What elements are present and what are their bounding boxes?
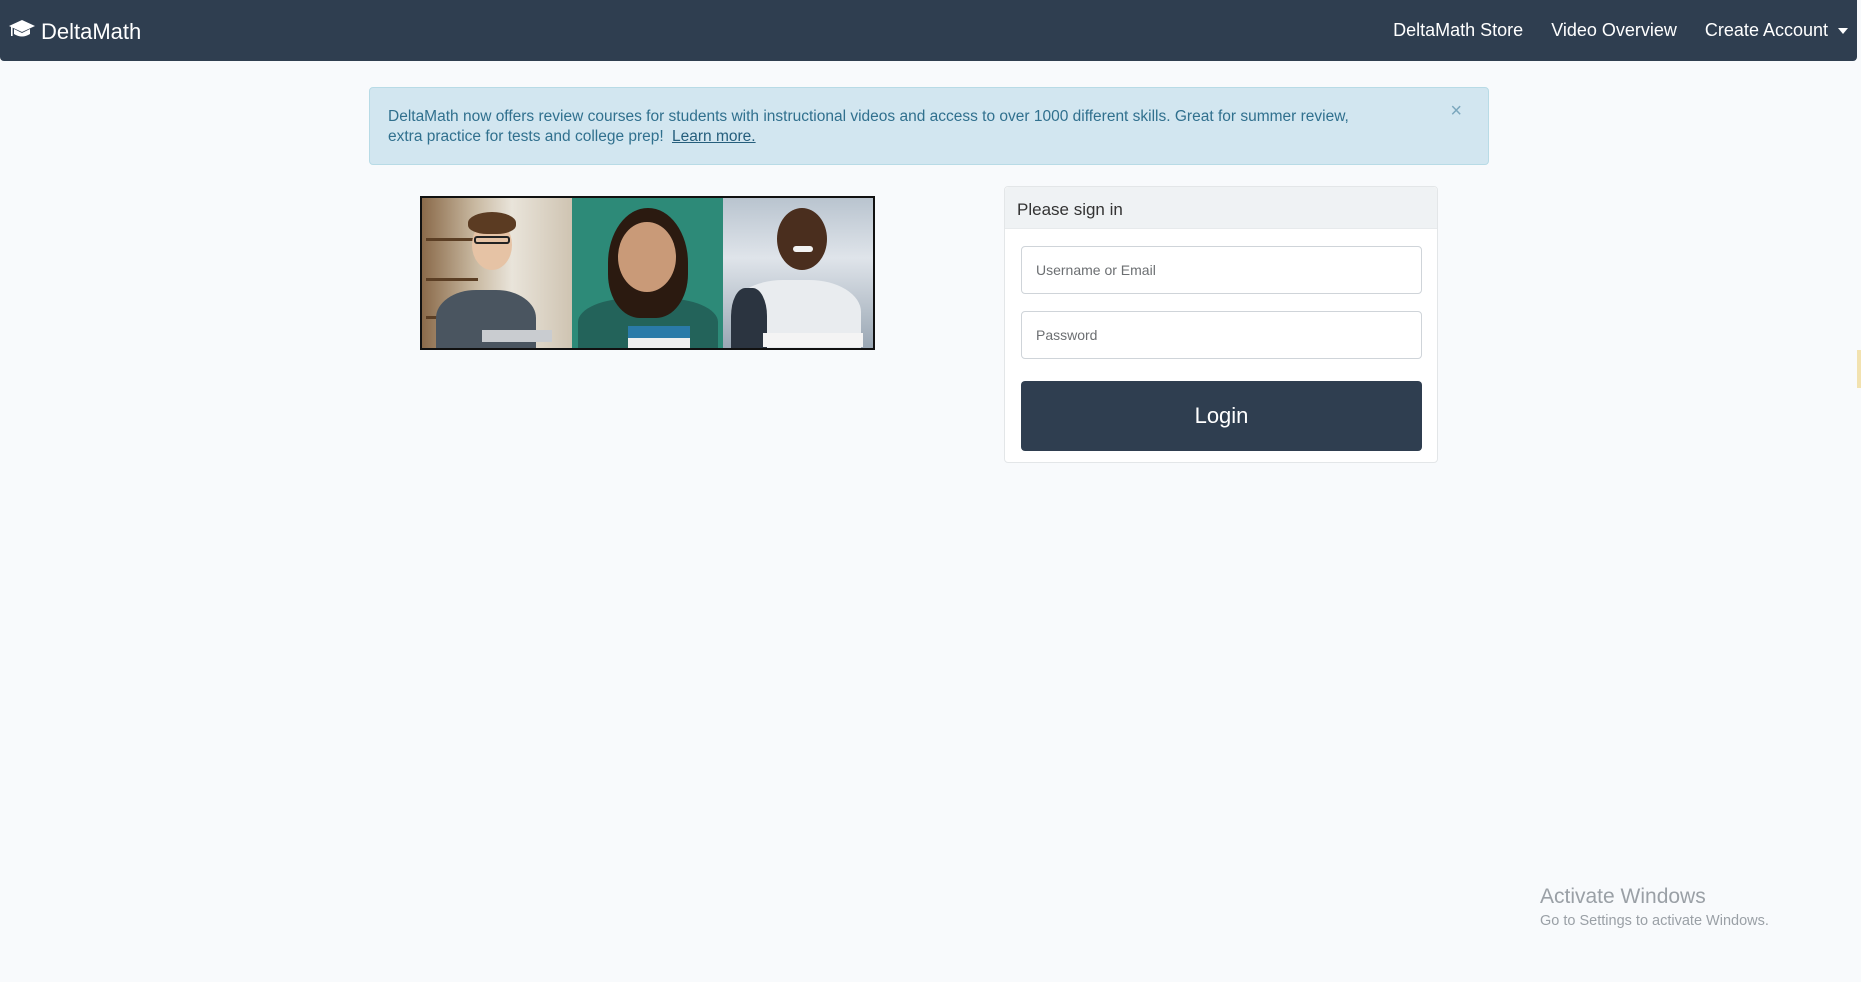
watermark-title: Activate Windows xyxy=(1540,885,1706,908)
nav-links: DeltaMath Store Video Overview Create Ac… xyxy=(1365,0,1848,61)
student-photo-1 xyxy=(422,198,573,348)
sign-in-panel: Please sign in Login xyxy=(1004,186,1438,463)
brand-link[interactable]: DeltaMath xyxy=(9,18,141,46)
login-button[interactable]: Login xyxy=(1021,381,1422,451)
graduation-cap-icon xyxy=(9,18,35,46)
caret-down-icon xyxy=(1838,27,1848,34)
top-navbar: DeltaMath DeltaMath Store Video Overview… xyxy=(0,0,1857,61)
nav-create-account-dropdown[interactable]: Create Account xyxy=(1705,20,1848,41)
watermark-subtitle: Go to Settings to activate Windows. xyxy=(1540,913,1769,929)
nav-deltamath-store[interactable]: DeltaMath Store xyxy=(1393,20,1523,41)
review-courses-alert: DeltaMath now offers review courses for … xyxy=(369,87,1489,165)
nav-video-overview[interactable]: Video Overview xyxy=(1551,20,1677,41)
students-banner-image xyxy=(420,196,875,350)
student-photo-3 xyxy=(722,198,873,348)
brand-name: DeltaMath xyxy=(41,19,142,44)
student-photo-2 xyxy=(572,198,723,348)
scrollbar-edge xyxy=(1857,350,1861,388)
close-icon[interactable]: × xyxy=(1450,101,1462,121)
password-input[interactable] xyxy=(1021,311,1422,359)
learn-more-link[interactable]: Learn more. xyxy=(672,128,756,145)
create-account-label: Create Account xyxy=(1704,20,1828,40)
alert-message: DeltaMath now offers review courses for … xyxy=(388,108,1349,145)
username-input[interactable] xyxy=(1021,246,1422,294)
sign-in-header: Please sign in xyxy=(1005,187,1437,229)
activate-windows-watermark: Activate Windows Go to Settings to activ… xyxy=(1540,885,1769,929)
